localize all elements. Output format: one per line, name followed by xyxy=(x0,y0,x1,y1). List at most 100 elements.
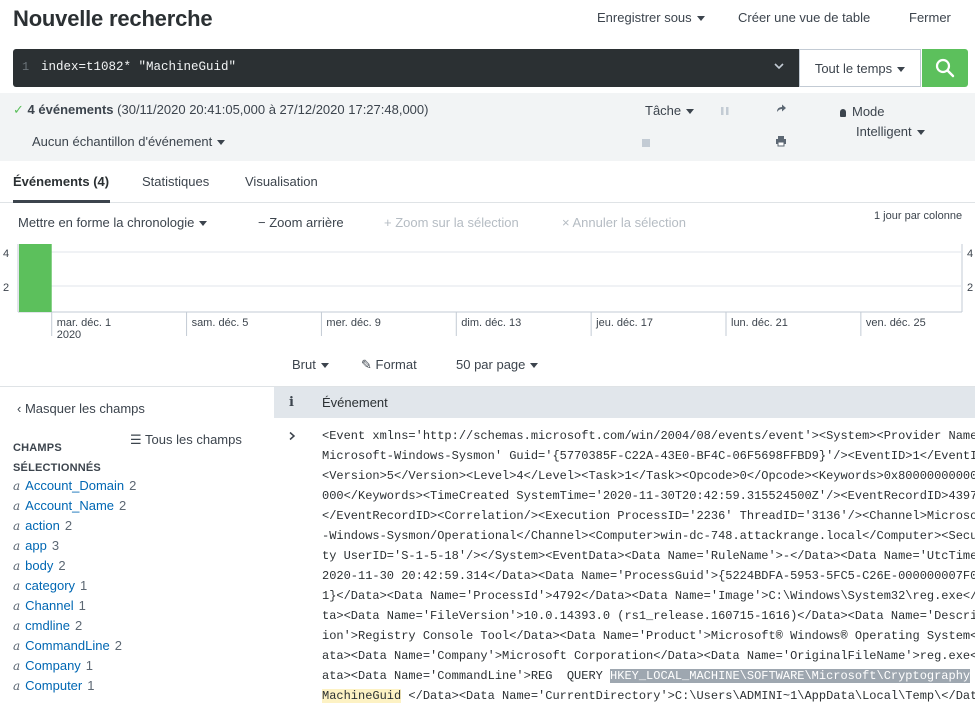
field-item[interactable]: a Company 1 xyxy=(13,656,93,676)
print-icon[interactable] xyxy=(775,135,787,150)
timeline-chart[interactable]: 4 4 2 2 mar. déc. 1 sam. déc. 5 mer. déc. 9 dim… xyxy=(0,240,975,345)
sampling-menu[interactable]: Aucun échantillon d'événement xyxy=(32,134,225,149)
save-as-menu[interactable]: Enregistrer sous xyxy=(597,10,705,25)
close-link[interactable]: Fermer xyxy=(909,10,951,25)
all-fields-label: Tous les champs xyxy=(145,432,242,447)
format-menu[interactable]: ✎ Format xyxy=(361,357,417,373)
field-count: 2 xyxy=(64,518,73,533)
x-tick-label: sam. déc. 5 xyxy=(192,317,249,329)
event-line: ty UserID='S-1-5-18'/></System><EventDat… xyxy=(322,549,975,563)
field-name[interactable]: Account_Name xyxy=(25,498,114,513)
event-text: </Data><Data Name='CurrentDirectory'>C:\… xyxy=(401,689,975,703)
x-tick-label: jeu. déc. 17 xyxy=(595,317,653,329)
search-query-input[interactable]: index=t1082* "MachineGuid" xyxy=(41,60,236,74)
field-item[interactable]: a CommandLine 2 xyxy=(13,636,122,656)
zoom-to-selection-button[interactable]: + Zoom sur la sélection xyxy=(384,215,519,230)
event-line: ion'>Registry Console Tool</Data><Data N… xyxy=(322,629,975,643)
raw-view-menu[interactable]: Brut xyxy=(292,357,329,372)
field-name[interactable]: body xyxy=(25,558,53,573)
event-line: 2020-11-30 20:42:59.314</Data><Data Name… xyxy=(322,569,975,583)
x-tick-label: mar. déc. 1 xyxy=(57,317,111,329)
event-text: ata><Data Name='CommandLine'>REG QUERY xyxy=(322,669,611,683)
highlighted-term[interactable]: HKEY_LOCAL_MACHINE\SOFTWARE\Microsoft\Cr… xyxy=(610,669,971,683)
chevron-right-icon[interactable] xyxy=(287,429,297,444)
deselect-label: Annuler la sélection xyxy=(572,215,686,230)
hide-fields-label: Masquer les champs xyxy=(24,401,145,416)
event-column-header: Événement xyxy=(322,395,388,410)
field-item[interactable]: a Account_Name 2 xyxy=(13,496,126,516)
field-type-icon: a xyxy=(13,639,21,653)
deselect-button[interactable]: × Annuler la sélection xyxy=(562,215,686,230)
field-item[interactable]: a body 2 xyxy=(13,556,66,576)
field-item[interactable]: a action 2 xyxy=(13,516,72,536)
event-line: ata><Data Name='CommandLine'>REG QUERY H… xyxy=(322,666,975,686)
chevron-left-icon: ‹ xyxy=(17,401,22,416)
field-name[interactable]: app xyxy=(25,538,47,553)
job-menu[interactable]: Tâche xyxy=(645,103,694,118)
x-year-label: 2020 xyxy=(57,329,81,341)
tab-visualization[interactable]: Visualisation xyxy=(245,174,318,189)
x-tick-label: lun. déc. 21 xyxy=(731,317,788,329)
search-bar[interactable]: 1 index=t1082* "MachineGuid" xyxy=(13,49,799,87)
time-range-picker[interactable]: Tout le temps xyxy=(799,49,921,87)
field-name[interactable]: CommandLine xyxy=(25,638,110,653)
event-line: -Windows-Sysmon/Operational</Channel><Co… xyxy=(322,529,975,543)
timeline-scale-label: 1 jour par colonne xyxy=(874,210,963,222)
create-table-view-link[interactable]: Créer une vue de table xyxy=(738,10,870,25)
all-fields-button[interactable]: ☰ Tous les champs xyxy=(130,432,242,448)
chevron-down-icon[interactable] xyxy=(773,60,785,75)
event-line: <Version>5</Version><Level>4</Level><Tas… xyxy=(322,469,975,483)
event-time-range: (30/11/2020 20:41:05,000 à 27/12/2020 17… xyxy=(117,102,429,117)
event-raw-text: <Event xmlns='http://schemas.microsoft.c… xyxy=(322,426,975,706)
lightbulb-icon xyxy=(840,108,846,117)
zoom-selection-label: Zoom sur la sélection xyxy=(395,215,519,230)
tab-events[interactable]: Événements (4) xyxy=(13,174,109,189)
field-item[interactable]: a Account_Domain 2 xyxy=(13,476,136,496)
tab-statistics[interactable]: Statistiques xyxy=(142,174,209,189)
events-table-header: i Événement xyxy=(274,386,975,418)
stop-icon[interactable] xyxy=(642,139,650,147)
share-icon[interactable] xyxy=(775,102,787,117)
event-line: MachineGuid </Data><Data Name='CurrentDi… xyxy=(322,686,975,706)
line-number: 1 xyxy=(22,60,30,74)
field-item[interactable]: a Channel 1 xyxy=(13,596,86,616)
field-item[interactable]: a app 3 xyxy=(13,536,59,556)
timeline-bar[interactable] xyxy=(19,244,52,312)
check-icon: ✓ xyxy=(13,102,24,117)
field-count: 1 xyxy=(78,598,86,613)
field-name[interactable]: cmdline xyxy=(25,618,70,633)
y-tick-label-right: 2 xyxy=(967,282,973,294)
fields-sidebar: ‹ Masquer les champs CHAMPS SÉLECTIONNÉS… xyxy=(0,386,274,703)
field-count: 1 xyxy=(80,578,88,593)
field-item[interactable]: a cmdline 2 xyxy=(13,616,82,636)
pencil-icon: ✎ xyxy=(361,357,372,372)
per-page-menu[interactable]: 50 par page xyxy=(456,357,538,372)
field-name[interactable]: Company xyxy=(25,658,81,673)
field-type-icon: a xyxy=(13,479,21,493)
search-mode-menu[interactable]: Mode Intelligent xyxy=(840,102,925,142)
format-timeline-menu[interactable]: Mettre en forme la chronologie xyxy=(18,215,207,230)
field-name[interactable]: Computer xyxy=(25,678,82,693)
field-count: 3 xyxy=(51,538,60,553)
field-type-icon: a xyxy=(13,679,21,693)
field-item[interactable]: a category 1 xyxy=(13,576,87,596)
info-column-header: i xyxy=(289,395,294,410)
selected-heading-line1: CHAMPS xyxy=(13,442,62,454)
field-name[interactable]: action xyxy=(25,518,60,533)
field-name[interactable]: Account_Domain xyxy=(25,478,124,493)
page-title: Nouvelle recherche xyxy=(13,6,213,31)
field-name[interactable]: category xyxy=(25,578,75,593)
results-tabs: Événements (4) Statistiques Visualisatio… xyxy=(0,161,975,203)
hide-fields-link[interactable]: ‹ Masquer les champs xyxy=(17,401,145,416)
field-item[interactable]: a Computer 1 xyxy=(13,676,94,696)
search-match-highlight[interactable]: MachineGuid xyxy=(322,689,402,703)
pause-icon[interactable] xyxy=(720,104,730,119)
y-tick-label-left: 4 xyxy=(3,248,9,260)
zoom-out-button[interactable]: − Zoom arrière xyxy=(258,215,344,230)
event-text: /v xyxy=(970,669,975,683)
event-line: <Event xmlns='http://schemas.microsoft.c… xyxy=(322,429,975,443)
field-name[interactable]: Channel xyxy=(25,598,73,613)
field-type-icon: a xyxy=(13,599,21,613)
search-button[interactable] xyxy=(922,49,968,87)
x-tick-label: ven. déc. 25 xyxy=(866,317,926,329)
